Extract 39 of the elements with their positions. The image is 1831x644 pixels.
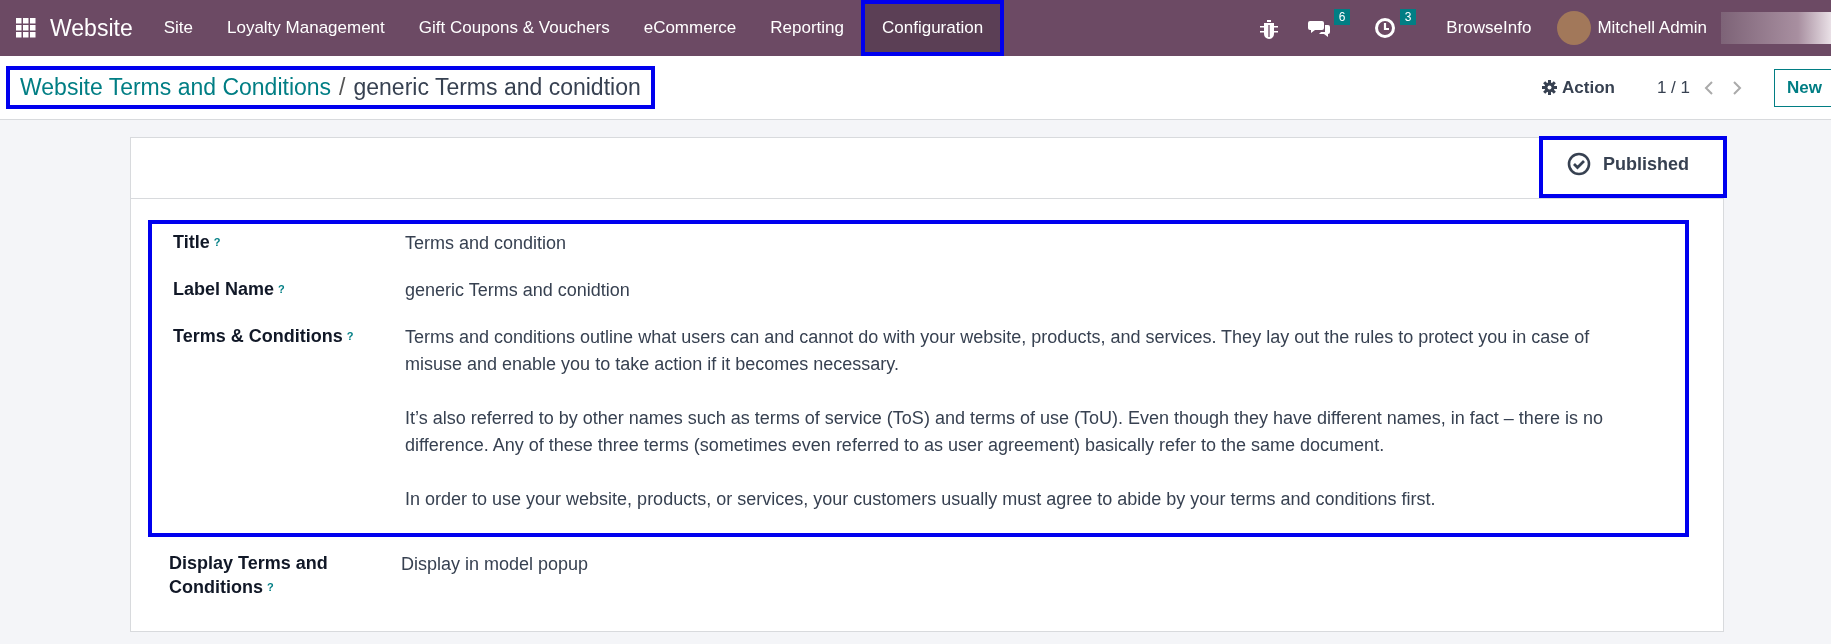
- help-tooltip[interactable]: ?: [213, 236, 221, 248]
- apps-menu-icon[interactable]: [16, 18, 36, 38]
- help-tooltip[interactable]: ?: [278, 283, 285, 295]
- help-tooltip[interactable]: ?: [346, 330, 354, 342]
- menu-item[interactable]: Reporting: [753, 0, 861, 56]
- check-circle-icon: [1567, 152, 1591, 176]
- field-value: In order to use your website, products, or services, your customers usually must agree to abide by your terms and conditions first.: [405, 488, 1437, 511]
- clock-icon[interactable]: [1374, 17, 1397, 39]
- menu-item[interactable]: Site: [146, 0, 210, 56]
- menu-item[interactable]: Configuration: [861, 0, 1005, 56]
- field-value: It’s also referred to by other names such as terms of service (ToS) and terms of use (ToU). Even though they have different names, in fact – there is no difference. Any of these three terms (sometimes even referred to as user agreement) basically refer to the same document.: [405, 407, 1604, 457]
- action-menu[interactable]: Action: [1542, 77, 1615, 98]
- app-title[interactable]: Website: [50, 14, 133, 42]
- field-value: Display in model popup: [401, 553, 590, 576]
- field-value: Terms and conditions outline what users can and cannot do with your website, products, and services. They lay out the rules to protect you in case of misuse and enable you to take action if it becomes necessary.: [405, 326, 1591, 376]
- breadcrumb-separator: /: [339, 74, 346, 101]
- gear-icon: [1542, 80, 1558, 95]
- field-label: Display Terms and Conditions ?: [169, 552, 329, 599]
- menu-item[interactable]: Loyalty Management: [209, 0, 402, 56]
- menu-item[interactable]: eCommerce: [626, 0, 754, 56]
- pager-value[interactable]: 1 / 1: [1656, 77, 1691, 98]
- help-tooltip[interactable]: ?: [267, 581, 274, 593]
- published-toggle[interactable]: Published: [1539, 136, 1727, 198]
- field-value: generic Terms and conidtion: [405, 279, 631, 302]
- menu-item[interactable]: Gift Coupons & Vouchers: [401, 0, 627, 56]
- company-switcher[interactable]: BrowseInfo: [1446, 18, 1532, 38]
- new-button[interactable]: New: [1774, 68, 1831, 107]
- action-label: Action: [1562, 77, 1615, 98]
- breadcrumb-link[interactable]: Website Terms and Conditions: [20, 74, 332, 101]
- published-label: Published: [1603, 153, 1689, 175]
- field-label: Title ?: [173, 231, 221, 254]
- field-label: Label Name ?: [173, 278, 285, 301]
- count-badge: 6: [1333, 9, 1351, 25]
- field-value: Terms and condition: [405, 232, 568, 255]
- field-label: Terms & Conditions ?: [173, 325, 354, 348]
- user-name[interactable]: Mitchell Admin: [1597, 18, 1707, 38]
- count-badge: 3: [1399, 9, 1417, 25]
- record-name: generic Terms and conidtion: [353, 74, 641, 101]
- bug-icon[interactable]: [1258, 17, 1281, 39]
